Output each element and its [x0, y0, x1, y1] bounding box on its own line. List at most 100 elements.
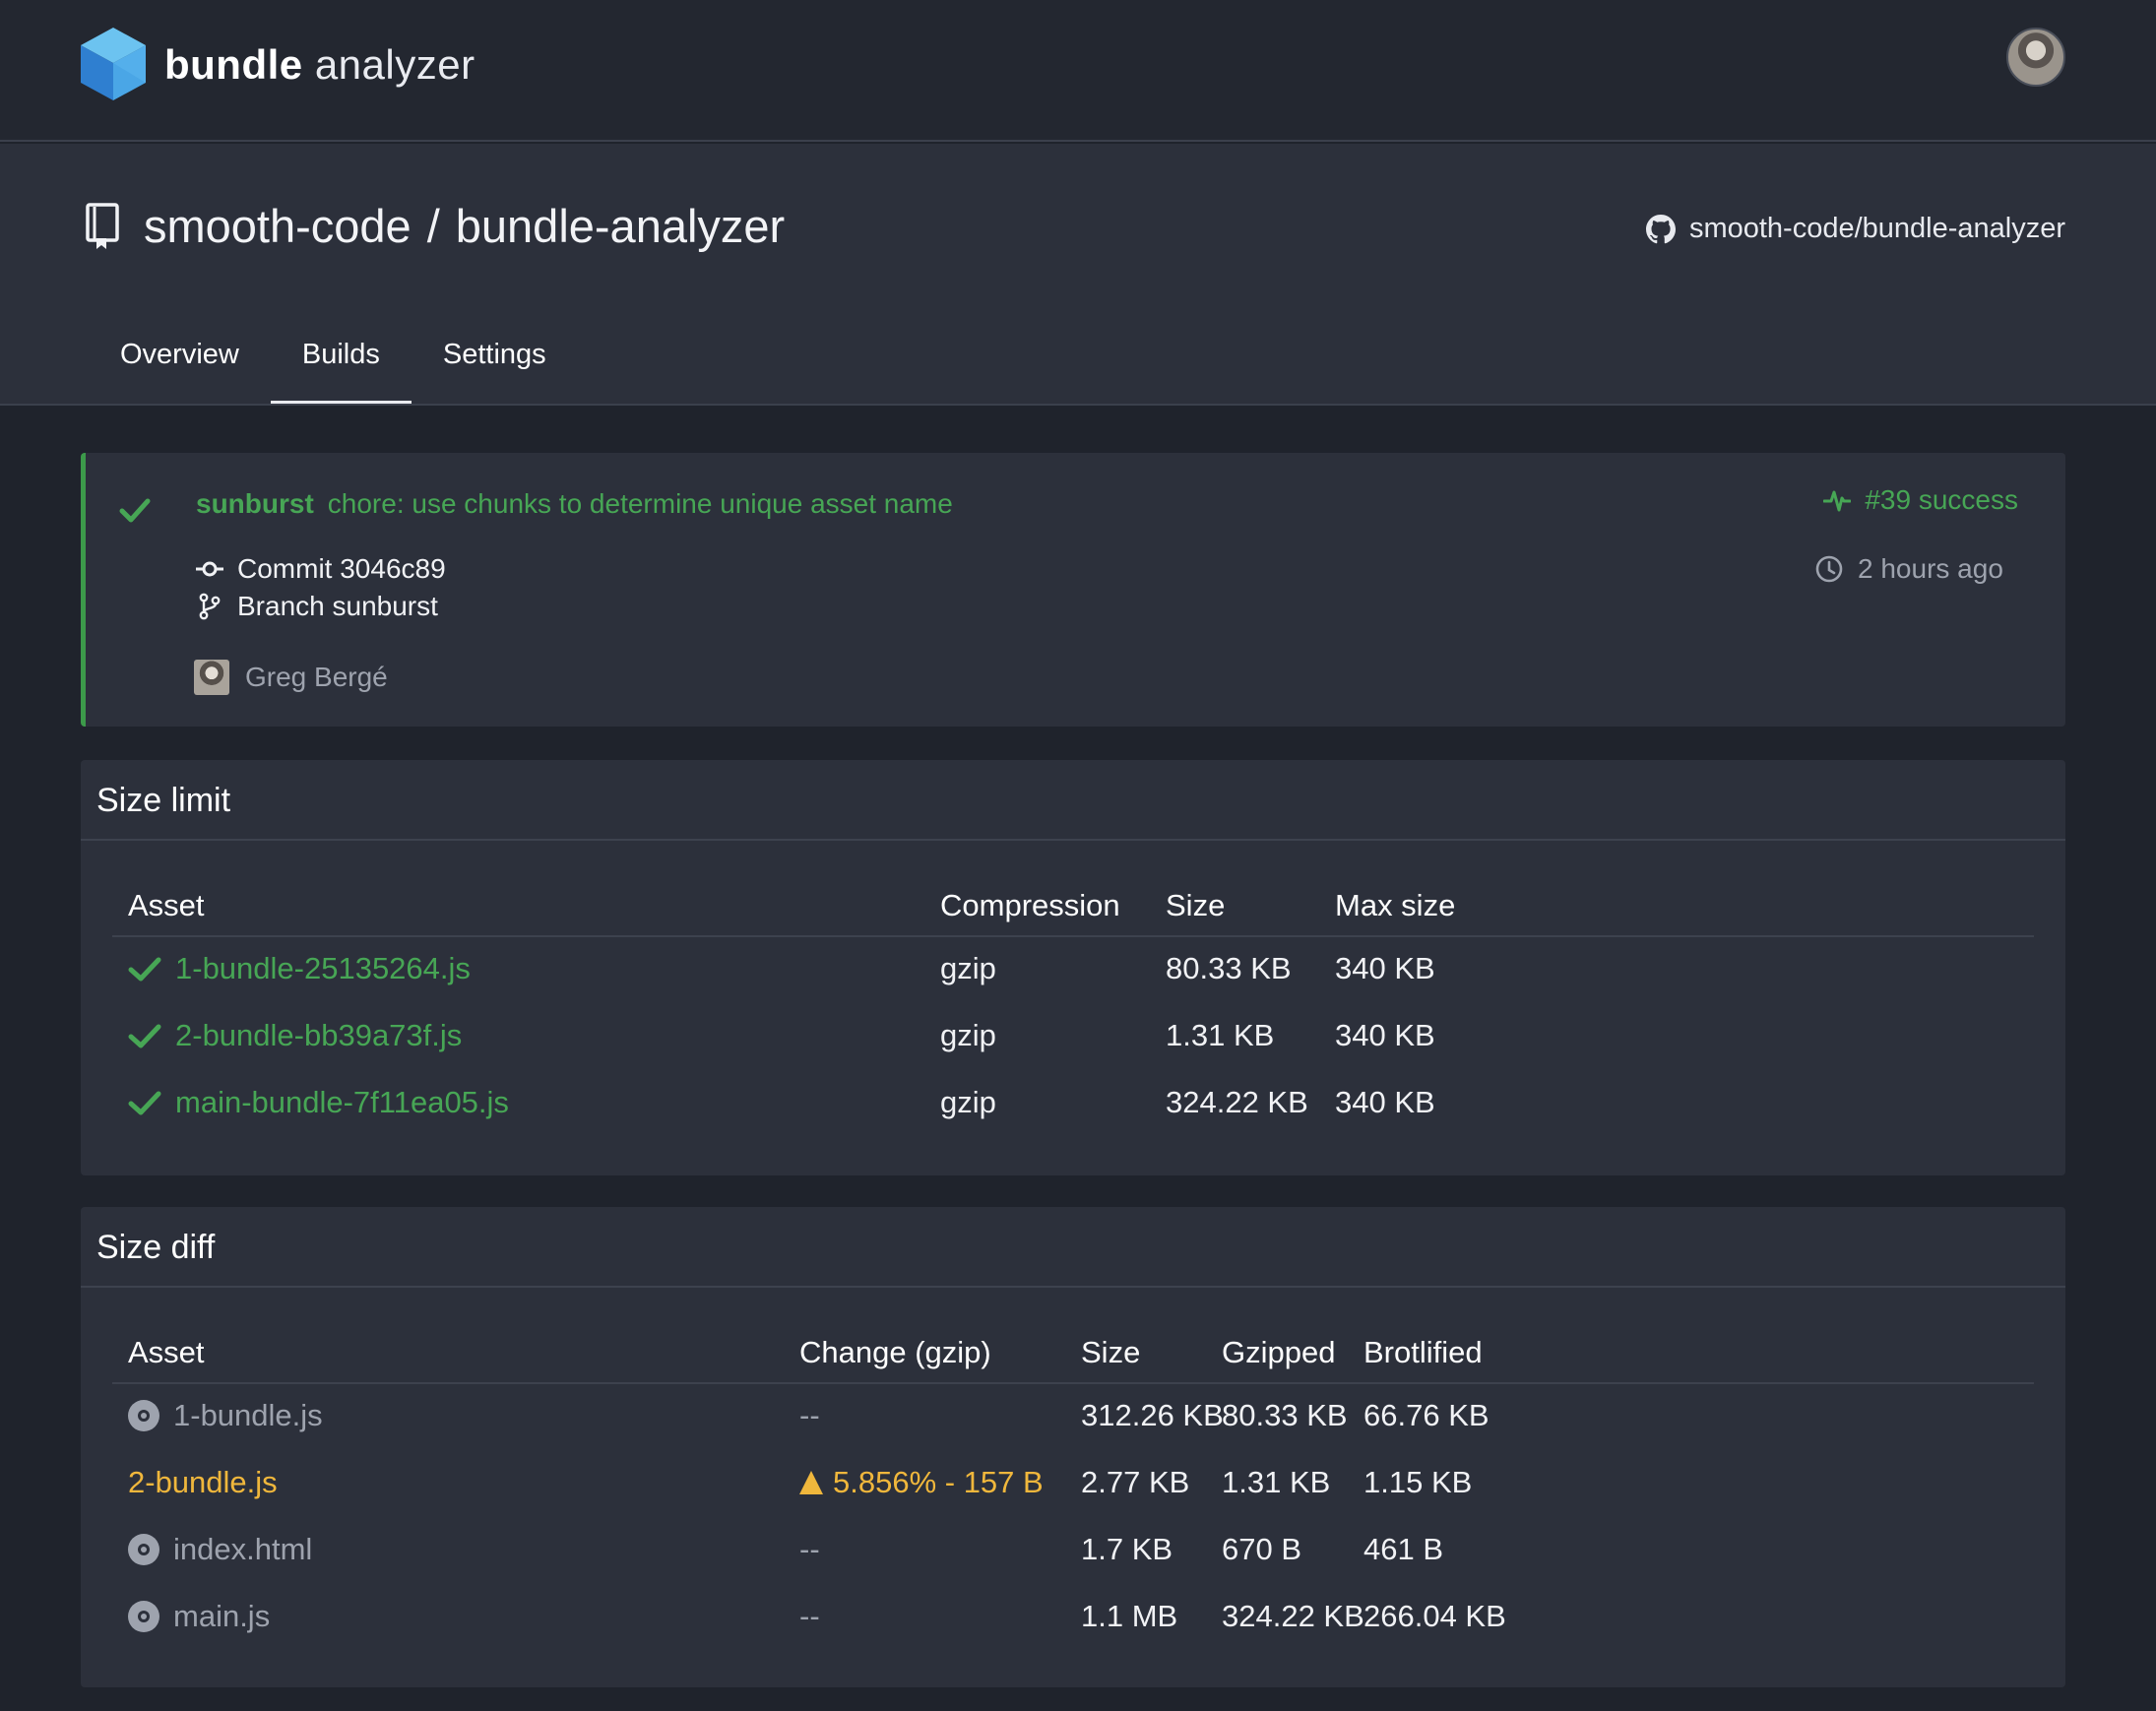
author-name: Greg Bergé [245, 662, 388, 692]
size-diff-title: Size diff [81, 1207, 2065, 1288]
unchanged-dot-icon [128, 1601, 159, 1632]
build-status-text: #39 success [1865, 484, 2018, 515]
warning-triangle-icon [799, 1471, 823, 1494]
asset-cell: main-bundle-7f11ea05.js [128, 1085, 509, 1120]
repo-book-icon [86, 203, 119, 249]
compression-cell: gzip [940, 1085, 996, 1119]
change-text: 5.856% - 157 B [833, 1465, 1044, 1499]
success-check-icon [128, 957, 161, 982]
git-branch-icon [199, 593, 221, 620]
logo-light-text: analyzer [314, 41, 476, 88]
success-check-icon [119, 498, 151, 523]
change-cell: -- [799, 1532, 820, 1566]
size-diff-table: Asset Change (gzip) Size Gzipped Brotlif… [112, 1323, 2034, 1652]
asset-name: main-bundle-7f11ea05.js [175, 1085, 509, 1119]
column-header: Max size [1335, 888, 1456, 922]
table-row: 1-bundle.js -- 312.26 KB 80.33 KB 66.76 … [112, 1384, 2034, 1451]
max-size-cell: 340 KB [1335, 1018, 1435, 1052]
github-link-text: smooth-code/bundle-analyzer [1688, 213, 2065, 244]
size-cell: 324.22 KB [1166, 1085, 1308, 1119]
size-cell: 1.1 MB [1081, 1599, 1178, 1633]
change-cell: -- [799, 1599, 820, 1633]
commit-text: Commit 3046c89 [237, 553, 446, 584]
asset-name: 2-bundle-bb39a73f.js [175, 1018, 463, 1052]
brotli-cell: 461 B [1363, 1532, 1444, 1566]
brotli-cell: 1.15 KB [1363, 1465, 1473, 1499]
tab-builds[interactable]: Builds [270, 307, 412, 404]
logo-bold-text: bundle [164, 41, 303, 88]
app-logo-text[interactable]: bundle analyzer [164, 37, 476, 93]
build-time: 2 hours ago [1814, 553, 2003, 585]
column-header: Size [1081, 1335, 1141, 1369]
asset-cell: main.js [128, 1599, 270, 1634]
column-header: Asset [128, 888, 205, 922]
compression-cell: gzip [940, 951, 996, 985]
size-limit-panel: Size limit Asset Compression Size Max si… [81, 760, 2065, 1175]
github-link[interactable]: smooth-code/bundle-analyzer [1645, 213, 2065, 245]
asset-name: 1-bundle.js [173, 1398, 323, 1432]
build-author: Greg Bergé [194, 660, 388, 695]
column-header: Brotlified [1363, 1335, 1483, 1369]
brotli-cell: 266.04 KB [1363, 1599, 1506, 1633]
compression-cell: gzip [940, 1018, 996, 1052]
table-row: index.html -- 1.7 KB 670 B 461 B [112, 1518, 2034, 1585]
repo-owner[interactable]: smooth-code [144, 200, 412, 252]
column-header: Change (gzip) [799, 1335, 991, 1369]
unchanged-dot-icon [128, 1400, 159, 1431]
table-header: Asset Compression Size Max size [112, 876, 2034, 937]
gzipped-cell: 80.33 KB [1222, 1398, 1348, 1432]
unchanged-dot-icon [128, 1534, 159, 1565]
size-limit-table: Asset Compression Size Max size 1-bundle… [112, 876, 2034, 1138]
commit-info: Commit 3046c89 [196, 553, 446, 585]
build-branch-name: sunburst [196, 488, 314, 519]
tab-settings[interactable]: Settings [412, 307, 578, 404]
clock-icon [1815, 555, 1843, 583]
build-commit-message: sunburst chore: use chunks to determine u… [196, 484, 953, 524]
table-row: 2-bundle.js 5.856% - 157 B 2.77 KB 1.31 … [112, 1451, 2034, 1518]
table-row: 2-bundle-bb39a73f.js gzip 1.31 KB 340 KB [112, 1004, 2034, 1071]
brotli-cell: 66.76 KB [1363, 1398, 1490, 1432]
table-row: main-bundle-7f11ea05.js gzip 324.22 KB 3… [112, 1071, 2034, 1138]
branch-text: Branch sunburst [237, 591, 438, 621]
gzipped-cell: 1.31 KB [1222, 1465, 1331, 1499]
branch-info: Branch sunburst [196, 591, 438, 622]
column-header: Gzipped [1222, 1335, 1336, 1369]
table-row: 1-bundle-25135264.js gzip 80.33 KB 340 K… [112, 937, 2034, 1004]
column-header: Size [1166, 888, 1226, 922]
asset-cell: 1-bundle.js [128, 1398, 323, 1433]
repo-name[interactable]: bundle-analyzer [456, 200, 785, 252]
max-size-cell: 340 KB [1335, 1085, 1435, 1119]
user-avatar[interactable] [2006, 28, 2065, 87]
asset-name: index.html [173, 1532, 313, 1566]
column-header: Compression [940, 888, 1120, 922]
asset-cell: 1-bundle-25135264.js [128, 951, 471, 986]
tab-overview[interactable]: Overview [89, 307, 271, 404]
asset-name: 2-bundle.js [128, 1465, 278, 1499]
success-check-icon [128, 1024, 161, 1048]
asset-name: 1-bundle-25135264.js [175, 951, 471, 985]
top-bar: bundle analyzer [0, 0, 2156, 142]
git-commit-icon [196, 561, 223, 577]
size-limit-title: Size limit [81, 760, 2065, 841]
asset-cell: 2-bundle-bb39a73f.js [128, 1018, 462, 1053]
table-header: Asset Change (gzip) Size Gzipped Brotlif… [112, 1323, 2034, 1384]
max-size-cell: 340 KB [1335, 951, 1435, 985]
change-cell: -- [799, 1398, 820, 1432]
author-avatar [194, 660, 229, 695]
gzipped-cell: 324.22 KB [1222, 1599, 1364, 1633]
asset-name: main.js [173, 1599, 271, 1633]
repo-tabs: Overview Builds Settings [89, 307, 578, 404]
repo-separator: / [426, 200, 440, 252]
change-cell: 5.856% - 157 B [799, 1465, 1044, 1500]
size-cell: 1.7 KB [1081, 1532, 1173, 1566]
size-cell: 80.33 KB [1166, 951, 1292, 985]
commit-message-text: chore: use chunks to determine unique as… [327, 488, 953, 519]
build-status: #39 success [1823, 484, 2018, 516]
build-summary-card[interactable]: sunburst chore: use chunks to determine u… [81, 453, 2065, 727]
size-cell: 1.31 KB [1166, 1018, 1275, 1052]
cube-logo-icon[interactable] [79, 26, 148, 102]
github-icon [1645, 214, 1676, 243]
pulse-icon [1823, 490, 1852, 512]
repo-header: smooth-code / bundle-analyzer smooth-code/… [0, 144, 2156, 406]
build-time-text: 2 hours ago [1858, 553, 2003, 584]
